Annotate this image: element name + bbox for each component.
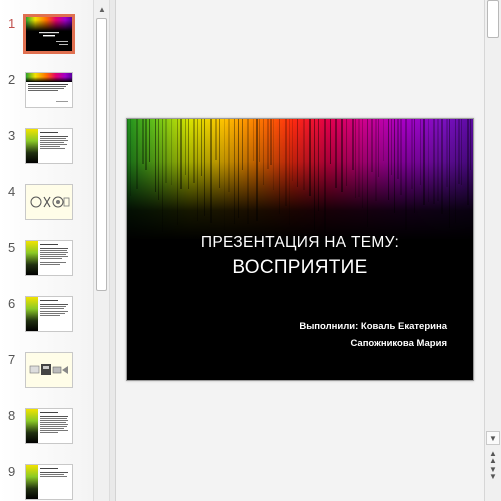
thumbnail-6[interactable]: 6 — [0, 296, 93, 344]
thumbnail-number: 7 — [8, 352, 16, 367]
slide-author-line-2[interactable]: Сапожникова Мария — [350, 338, 447, 349]
triangle-up-icon[interactable]: ▲ — [95, 1, 109, 17]
thumbnail-2[interactable]: 2 — [0, 72, 93, 120]
thumbnail-scroll-thumb[interactable] — [96, 18, 107, 291]
thumbnail-art — [26, 353, 72, 387]
thumbnail-image[interactable] — [25, 464, 73, 500]
thumbnail-art — [26, 129, 72, 163]
slide-scroll-thumb[interactable] — [487, 0, 499, 38]
thumbnail-number: 9 — [8, 464, 16, 479]
thumbnail-image[interactable] — [25, 408, 73, 444]
slide-scrollbar[interactable]: ▼ ▲ ▲ ▼ ▼ — [484, 0, 501, 501]
thumbnail-number: 5 — [8, 240, 16, 255]
thumbnail-art — [26, 465, 72, 499]
thumbnail-5[interactable]: 5 — [0, 240, 93, 288]
thumbnail-art — [26, 185, 72, 219]
double-chevron-up-icon[interactable]: ▲ ▲ — [486, 450, 500, 465]
thumbnail-1[interactable]: 1 — [0, 14, 93, 64]
thumbnail-number: 4 — [8, 184, 16, 199]
current-slide[interactable]: ПРЕЗЕНТАЦИЯ НА ТЕМУ: ВОСПРИЯТИЕ Выполнил… — [126, 118, 474, 381]
thumbnail-art — [26, 297, 72, 331]
slide-thumbnail-pane: 1 2 3 4 5 6 7 8 9 — [0, 0, 93, 501]
slide-author-line-1[interactable]: Выполнили: Коваль Екатерина — [299, 321, 447, 332]
thumbnail-number: 6 — [8, 296, 16, 311]
thumbnail-9[interactable]: 9 — [0, 464, 93, 501]
thumbnail-number: 2 — [8, 72, 16, 87]
thumbnail-art — [26, 241, 72, 275]
thumbnail-7[interactable]: 7 — [0, 352, 93, 400]
thumbnail-4[interactable]: 4 — [0, 184, 93, 232]
thumbnail-art — [26, 17, 72, 51]
thumbnail-number: 3 — [8, 128, 16, 143]
thumbnail-art — [26, 409, 72, 443]
thumbnail-8[interactable]: 8 — [0, 408, 93, 456]
thumbnail-image[interactable] — [25, 184, 73, 220]
thumbnail-number: 8 — [8, 408, 16, 423]
thumbnail-3[interactable]: 3 — [0, 128, 93, 176]
slide-editing-canvas: ПРЕЗЕНТАЦИЯ НА ТЕМУ: ВОСПРИЯТИЕ Выполнил… — [116, 0, 484, 501]
slide-title-line-1[interactable]: ПРЕЗЕНТАЦИЯ НА ТЕМУ: — [127, 234, 473, 252]
thumbnail-image[interactable] — [23, 14, 75, 54]
thumbnail-image[interactable] — [25, 72, 73, 108]
thumbnail-art — [26, 73, 72, 107]
thumbnail-image[interactable] — [25, 240, 73, 276]
thumbnail-image[interactable] — [25, 296, 73, 332]
thumbnail-image[interactable] — [25, 352, 73, 388]
slide-title-line-2[interactable]: ВОСПРИЯТИЕ — [127, 257, 473, 279]
thumbnail-image[interactable] — [25, 128, 73, 164]
double-chevron-down-icon[interactable]: ▼ ▼ — [486, 466, 500, 481]
thumbnail-scrollbar[interactable]: ▲ — [93, 0, 110, 501]
thumbnail-number: 1 — [8, 16, 16, 31]
triangle-down-icon[interactable]: ▼ — [486, 431, 500, 445]
